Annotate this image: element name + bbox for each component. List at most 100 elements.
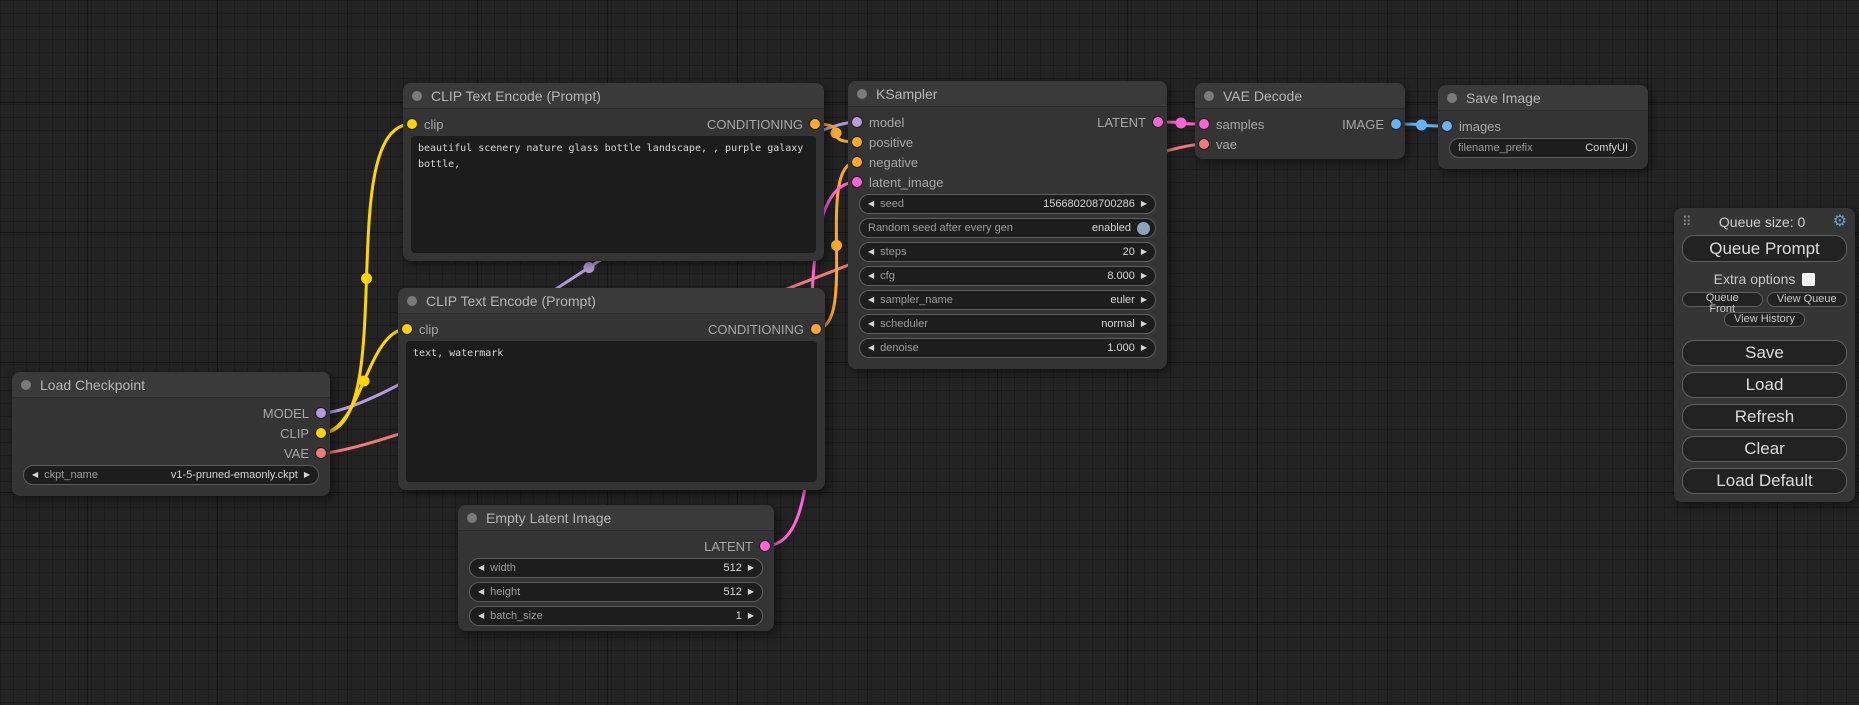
widget-denoise[interactable]: ◀denoise1.000▶ xyxy=(859,338,1156,358)
widget-steps[interactable]: ◀steps20▶ xyxy=(859,242,1156,262)
input-slot-dot[interactable] xyxy=(407,119,417,129)
input-slot-samples[interactable]: samples xyxy=(1199,117,1264,132)
node-ksampler[interactable]: KSamplermodelLATENTpositivenegativelaten… xyxy=(848,81,1167,369)
node-clip_encode_2[interactable]: CLIP Text Encode (Prompt)clipCONDITIONIN… xyxy=(398,288,825,490)
decrement-arrow-icon[interactable]: ◀ xyxy=(32,471,38,479)
decrement-arrow-icon[interactable]: ◀ xyxy=(868,296,874,304)
decrement-arrow-icon[interactable]: ◀ xyxy=(478,588,484,596)
output-slot-CONDITIONING[interactable]: CONDITIONING xyxy=(707,117,820,132)
load-default-button[interactable]: Load Default xyxy=(1682,468,1847,494)
output-slot-LATENT[interactable]: LATENT xyxy=(1097,115,1163,130)
input-slot-positive[interactable]: positive xyxy=(852,135,913,150)
collapse-dot-icon[interactable] xyxy=(407,296,417,306)
link-midpoint-dot[interactable] xyxy=(359,376,370,387)
node-load_checkpoint[interactable]: Load CheckpointMODELCLIPVAE◀ckpt_namev1-… xyxy=(12,372,330,496)
link-midpoint-dot[interactable] xyxy=(831,128,842,139)
output-slot-dot[interactable] xyxy=(1153,117,1163,127)
output-slot-LATENT[interactable]: LATENT xyxy=(704,539,770,554)
decrement-arrow-icon[interactable]: ◀ xyxy=(868,344,874,352)
input-slot-dot[interactable] xyxy=(852,177,862,187)
output-slot-dot[interactable] xyxy=(760,541,770,551)
node-save_image[interactable]: Save Imageimagesfilename_prefixComfyUI xyxy=(1438,85,1648,169)
input-slot-model[interactable]: model xyxy=(852,115,904,130)
widget-ckpt_name[interactable]: ◀ckpt_namev1-5-pruned-emaonly.ckpt▶ xyxy=(23,465,319,485)
decrement-arrow-icon[interactable]: ◀ xyxy=(478,612,484,620)
settings-gear-icon[interactable]: ⚙ xyxy=(1833,214,1847,230)
widget-filename_prefix[interactable]: filename_prefixComfyUI xyxy=(1449,138,1637,158)
prompt-textarea[interactable]: beautiful scenery nature glass bottle la… xyxy=(411,136,816,253)
increment-arrow-icon[interactable]: ▶ xyxy=(1141,248,1147,256)
input-slot-dot[interactable] xyxy=(1442,121,1452,131)
collapse-dot-icon[interactable] xyxy=(21,380,31,390)
decrement-arrow-icon[interactable]: ◀ xyxy=(868,272,874,280)
output-slot-dot[interactable] xyxy=(810,119,820,129)
widget-Random seed after every gen[interactable]: Random seed after every genenabled xyxy=(859,218,1156,238)
link-midpoint-dot[interactable] xyxy=(361,273,372,284)
node-vae_decode[interactable]: VAE DecodesamplesIMAGEvae xyxy=(1195,83,1405,159)
output-slot-dot[interactable] xyxy=(316,448,326,458)
input-slot-dot[interactable] xyxy=(1199,119,1209,129)
link-midpoint-dot[interactable] xyxy=(584,262,595,273)
output-slot-dot[interactable] xyxy=(316,408,326,418)
queue-prompt-button[interactable]: Queue Prompt xyxy=(1682,235,1847,262)
widget-batch_size[interactable]: ◀batch_size1▶ xyxy=(469,606,763,626)
extra-options-checkbox[interactable] xyxy=(1802,273,1815,286)
collapse-dot-icon[interactable] xyxy=(857,89,867,99)
output-slot-VAE[interactable]: VAE xyxy=(284,446,326,461)
collapse-dot-icon[interactable] xyxy=(467,513,477,523)
input-slot-latent_image[interactable]: latent_image xyxy=(852,175,943,190)
link-midpoint-dot[interactable] xyxy=(1176,118,1187,129)
queue-front-button[interactable]: Queue Front xyxy=(1682,292,1763,307)
output-slot-dot[interactable] xyxy=(1391,119,1401,129)
decrement-arrow-icon[interactable]: ◀ xyxy=(868,320,874,328)
decrement-arrow-icon[interactable]: ◀ xyxy=(868,200,874,208)
node-empty_latent[interactable]: Empty Latent ImageLATENT◀width512▶◀heigh… xyxy=(458,505,774,631)
decrement-arrow-icon[interactable]: ◀ xyxy=(868,248,874,256)
increment-arrow-icon[interactable]: ▶ xyxy=(1141,296,1147,304)
link-midpoint-dot[interactable] xyxy=(831,240,842,251)
node-graph-canvas[interactable]: Load CheckpointMODELCLIPVAE◀ckpt_namev1-… xyxy=(0,0,1859,705)
drag-handle-icon[interactable]: ⠿ xyxy=(1682,214,1692,230)
clear-button[interactable]: Clear xyxy=(1682,436,1847,462)
increment-arrow-icon[interactable]: ▶ xyxy=(748,612,754,620)
input-slot-clip[interactable]: clip xyxy=(407,117,444,132)
widget-seed[interactable]: ◀seed156680208700286▶ xyxy=(859,194,1156,214)
output-slot-CONDITIONING[interactable]: CONDITIONING xyxy=(708,322,821,337)
input-slot-images[interactable]: images xyxy=(1442,119,1501,134)
decrement-arrow-icon[interactable]: ◀ xyxy=(478,564,484,572)
refresh-button[interactable]: Refresh xyxy=(1682,404,1847,430)
input-slot-dot[interactable] xyxy=(852,117,862,127)
toggle-indicator-icon[interactable] xyxy=(1137,222,1150,235)
view-history-button[interactable]: View History xyxy=(1724,312,1805,327)
node-clip_encode_1[interactable]: CLIP Text Encode (Prompt)clipCONDITIONIN… xyxy=(403,83,824,261)
view-queue-button[interactable]: View Queue xyxy=(1767,292,1848,307)
collapse-dot-icon[interactable] xyxy=(1447,93,1457,103)
output-slot-dot[interactable] xyxy=(316,428,326,438)
increment-arrow-icon[interactable]: ▶ xyxy=(748,588,754,596)
collapse-dot-icon[interactable] xyxy=(1204,91,1214,101)
increment-arrow-icon[interactable]: ▶ xyxy=(1141,200,1147,208)
output-slot-CLIP[interactable]: CLIP xyxy=(280,426,326,441)
increment-arrow-icon[interactable]: ▶ xyxy=(1141,320,1147,328)
input-slot-vae[interactable]: vae xyxy=(1199,137,1237,152)
widget-height[interactable]: ◀height512▶ xyxy=(469,582,763,602)
load-button[interactable]: Load xyxy=(1682,372,1847,398)
collapse-dot-icon[interactable] xyxy=(412,91,422,101)
prompt-textarea[interactable]: text, watermark xyxy=(406,341,817,482)
save-button[interactable]: Save xyxy=(1682,340,1847,366)
input-slot-negative[interactable]: negative xyxy=(852,155,918,170)
widget-sampler_name[interactable]: ◀sampler_nameeuler▶ xyxy=(859,290,1156,310)
widget-width[interactable]: ◀width512▶ xyxy=(469,558,763,578)
input-slot-dot[interactable] xyxy=(852,137,862,147)
link-midpoint-dot[interactable] xyxy=(1416,120,1427,131)
output-slot-dot[interactable] xyxy=(811,324,821,334)
input-slot-clip[interactable]: clip xyxy=(402,322,439,337)
input-slot-dot[interactable] xyxy=(402,324,412,334)
increment-arrow-icon[interactable]: ▶ xyxy=(1141,272,1147,280)
input-slot-dot[interactable] xyxy=(1199,139,1209,149)
widget-cfg[interactable]: ◀cfg8.000▶ xyxy=(859,266,1156,286)
increment-arrow-icon[interactable]: ▶ xyxy=(304,471,310,479)
output-slot-MODEL[interactable]: MODEL xyxy=(263,406,326,421)
output-slot-IMAGE[interactable]: IMAGE xyxy=(1342,117,1401,132)
widget-scheduler[interactable]: ◀schedulernormal▶ xyxy=(859,314,1156,334)
